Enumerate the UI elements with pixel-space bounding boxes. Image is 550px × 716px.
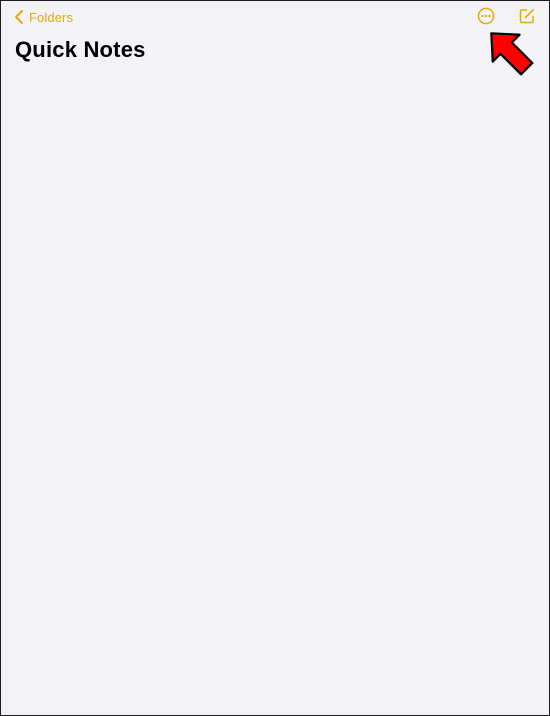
navigation-bar: Folders bbox=[1, 1, 549, 33]
notes-list-empty bbox=[1, 81, 549, 715]
chevron-left-icon bbox=[15, 10, 23, 24]
compose-icon bbox=[519, 9, 534, 24]
back-label: Folders bbox=[29, 9, 74, 25]
compose-button[interactable] bbox=[518, 7, 536, 25]
back-button[interactable]: Folders bbox=[14, 6, 73, 28]
ellipsis-circle-icon bbox=[477, 7, 495, 25]
notes-screen: Folders Quick Notes bbox=[0, 0, 550, 716]
page-title: Quick Notes bbox=[15, 37, 146, 62]
more-options-button[interactable] bbox=[477, 7, 495, 25]
